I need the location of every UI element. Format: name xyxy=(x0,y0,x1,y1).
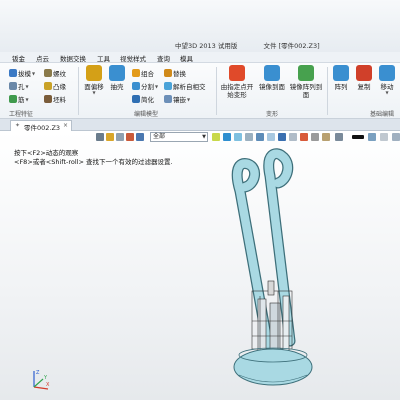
group-separator xyxy=(216,67,217,115)
axis-y-label: Y xyxy=(43,375,48,381)
thread-icon xyxy=(44,69,52,77)
thread-button[interactable]: 螺纹 xyxy=(44,68,66,78)
menu-sheet-metal[interactable]: 钣金 xyxy=(12,53,25,63)
simplify-icon xyxy=(132,95,140,103)
face-offset-icon xyxy=(86,65,102,81)
axis-y xyxy=(33,378,44,388)
hole-button[interactable]: 孔▼ xyxy=(9,81,29,91)
ribbon: 拔模▼ 孔▼ 筋▼ 螺纹 凸缘 坯料 工程特征 面偏移 ▼ 抽壳 组合 分割▼ … xyxy=(0,63,400,119)
replace-icon xyxy=(164,69,172,77)
replace-button[interactable]: 替换 xyxy=(164,68,186,78)
mirror-face-icon xyxy=(264,65,280,81)
rib-button[interactable]: 筋▼ xyxy=(9,94,29,104)
copy-button[interactable]: 复制 xyxy=(354,65,374,91)
deform-point-icon xyxy=(229,65,245,81)
resolve-self-intersect-button[interactable]: 解析自相交 xyxy=(164,81,206,91)
document-title: 文件 [零件002.Z3] xyxy=(263,42,320,50)
axis-z-label: Z xyxy=(36,370,40,376)
stock-icon xyxy=(44,95,52,103)
pin-icon[interactable]: ✦ xyxy=(15,122,20,129)
document-tab[interactable]: ✦ 零件002.Z3 × xyxy=(10,120,72,132)
draft-icon xyxy=(9,69,17,77)
application-window: 中望3D 2013 试用版 文件 [零件002.Z3] 钣金 点云 数据交换 工… xyxy=(0,0,400,400)
group-separator xyxy=(327,67,328,115)
document-tab-strip: ✦ 零件002.Z3 × xyxy=(0,119,400,132)
group-separator xyxy=(78,67,79,115)
title-bar: 中望3D 2013 试用版 文件 [零件002.Z3] xyxy=(0,0,400,52)
lip-icon xyxy=(44,82,52,90)
deform-from-point-button[interactable]: 由指定点开 始变形 xyxy=(219,65,255,99)
menu-tools[interactable]: 工具 xyxy=(97,53,110,63)
window-title: 中望3D 2013 试用版 文件 [零件002.Z3] xyxy=(175,40,320,50)
menu-bar: 钣金 点云 数据交换 工具 视觉样式 查询 模具 xyxy=(0,52,400,63)
group-label-deform: 变形 xyxy=(266,111,279,118)
stock-button[interactable]: 坯料 xyxy=(44,94,66,104)
menu-point-cloud[interactable]: 点云 xyxy=(36,53,49,63)
mirror-to-face-button[interactable]: 镜像到面 xyxy=(257,65,287,91)
menu-visual-style[interactable]: 视觉样式 xyxy=(120,53,146,63)
group-label-engineering-features: 工程特征 xyxy=(9,111,34,118)
combine-button[interactable]: 组合 xyxy=(132,68,154,78)
pattern-icon xyxy=(333,65,349,81)
rib-icon xyxy=(9,95,17,103)
copy-icon xyxy=(356,65,372,81)
simplify-button[interactable]: 简化 xyxy=(132,94,154,104)
shell-button[interactable]: 抽壳 xyxy=(107,65,127,91)
mirror-pattern-to-face-button[interactable]: 镜像阵列到 面 xyxy=(289,65,323,99)
mirror-pattern-icon xyxy=(298,65,314,81)
lip-button[interactable]: 凸缘 xyxy=(44,81,66,91)
hole-icon xyxy=(9,82,17,90)
split-button[interactable]: 分割▼ xyxy=(132,81,158,91)
resolve-icon xyxy=(164,82,172,90)
menu-query[interactable]: 查询 xyxy=(157,53,170,63)
move-button[interactable]: 移动 ▼ xyxy=(377,65,397,95)
base-dome xyxy=(233,348,313,386)
move-icon xyxy=(379,65,395,81)
face-offset-button[interactable]: 面偏移 ▼ xyxy=(83,65,105,95)
combine-icon xyxy=(132,69,140,77)
3d-model[interactable] xyxy=(0,131,400,400)
app-title: 中望3D 2013 试用版 xyxy=(175,42,238,50)
shell-icon xyxy=(109,65,125,81)
3d-viewport[interactable]: 全部 ▼ 按下<F2>动态的观察 <F8>或者<Shift-roll> 查找下一… xyxy=(0,131,400,400)
pattern-button[interactable]: 阵列 xyxy=(331,65,351,91)
emboss-button[interactable]: 镶嵌▼ xyxy=(164,94,190,104)
menu-mold[interactable]: 模具 xyxy=(180,53,193,63)
menu-data-exchange[interactable]: 数据交换 xyxy=(60,53,86,63)
draft-button[interactable]: 拔模▼ xyxy=(9,68,35,78)
close-icon[interactable]: × xyxy=(63,122,68,129)
group-label-basic-edit: 基础编辑 xyxy=(370,111,395,118)
axis-x-label: X xyxy=(46,382,50,388)
emboss-icon xyxy=(164,95,172,103)
coordinate-triad: Z Y X xyxy=(33,370,50,390)
split-icon xyxy=(132,82,140,90)
group-label-edit-model: 编辑模型 xyxy=(134,111,159,118)
